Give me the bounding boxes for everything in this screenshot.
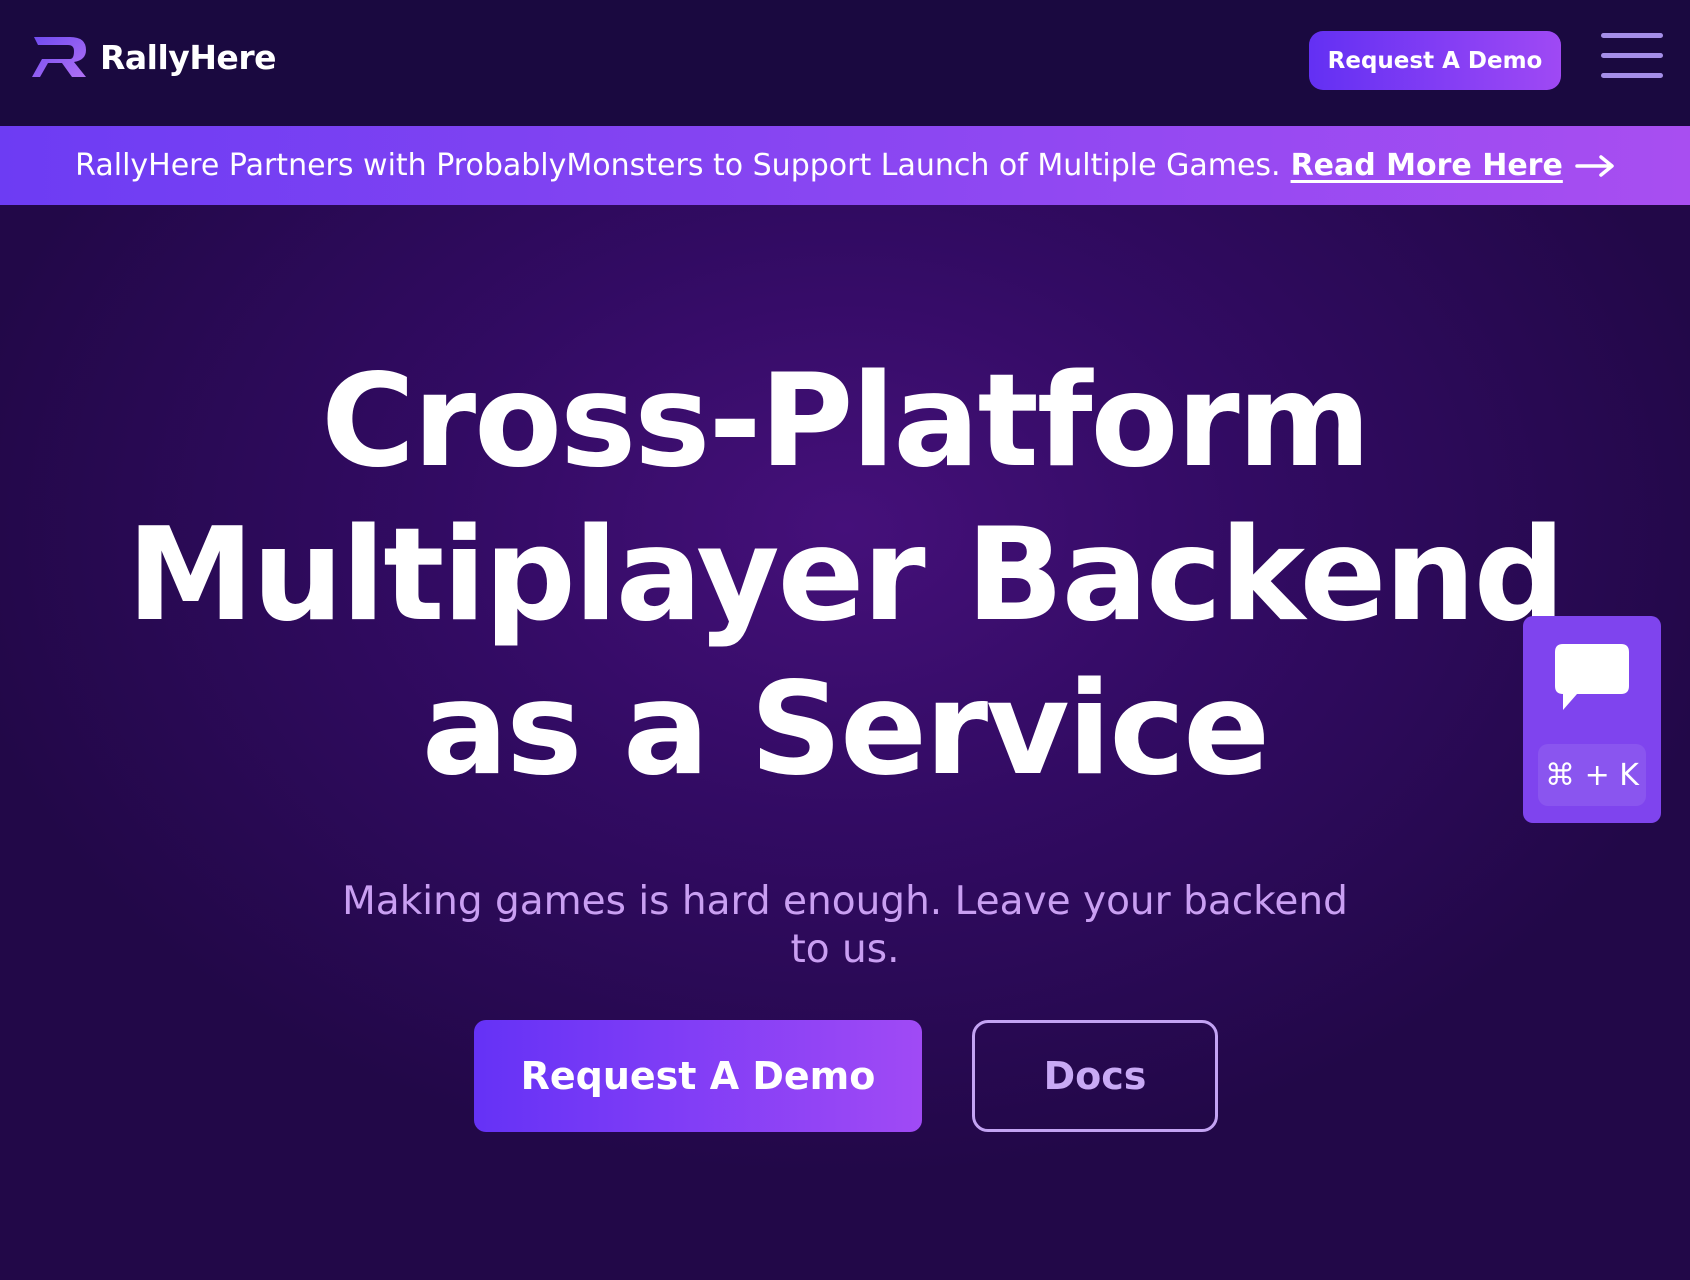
hero-title: Cross-Platform Multiplayer Backend as a … [95, 345, 1595, 807]
logo-link[interactable]: RallyHere [32, 35, 276, 79]
announcement-text: RallyHere Partners with ProbablyMonsters… [75, 148, 1281, 183]
announcement-banner: RallyHere Partners with ProbablyMonsters… [0, 126, 1690, 205]
top-navbar: RallyHere Request A Demo [0, 0, 1690, 126]
hero-section: Cross-Platform Multiplayer Backend as a … [0, 205, 1690, 1280]
arrow-right-icon [1575, 154, 1614, 177]
rallyhere-logo-icon [32, 37, 86, 77]
keyboard-shortcut-badge: ⌘ + K [1538, 744, 1646, 806]
read-more-label: Read More Here [1290, 148, 1563, 183]
hero-subtitle: Making games is hard enough. Leave your … [342, 879, 1348, 972]
docs-button[interactable]: Docs [972, 1020, 1218, 1132]
chat-widget[interactable]: ⌘ + K [1523, 616, 1661, 823]
nav-request-demo-button[interactable]: Request A Demo [1309, 31, 1561, 90]
logo-text: RallyHere [100, 37, 276, 77]
hero-title-line-3: as a Service [421, 655, 1270, 804]
chat-bubble-icon [1555, 644, 1629, 710]
read-more-link[interactable]: Read More Here [1291, 148, 1615, 183]
hero-title-line-1: Cross-Platform [321, 347, 1371, 496]
hero-title-line-2: Multiplayer Backend [126, 501, 1565, 650]
hamburger-menu-icon[interactable] [1601, 30, 1663, 84]
hero-request-demo-button[interactable]: Request A Demo [474, 1020, 922, 1132]
